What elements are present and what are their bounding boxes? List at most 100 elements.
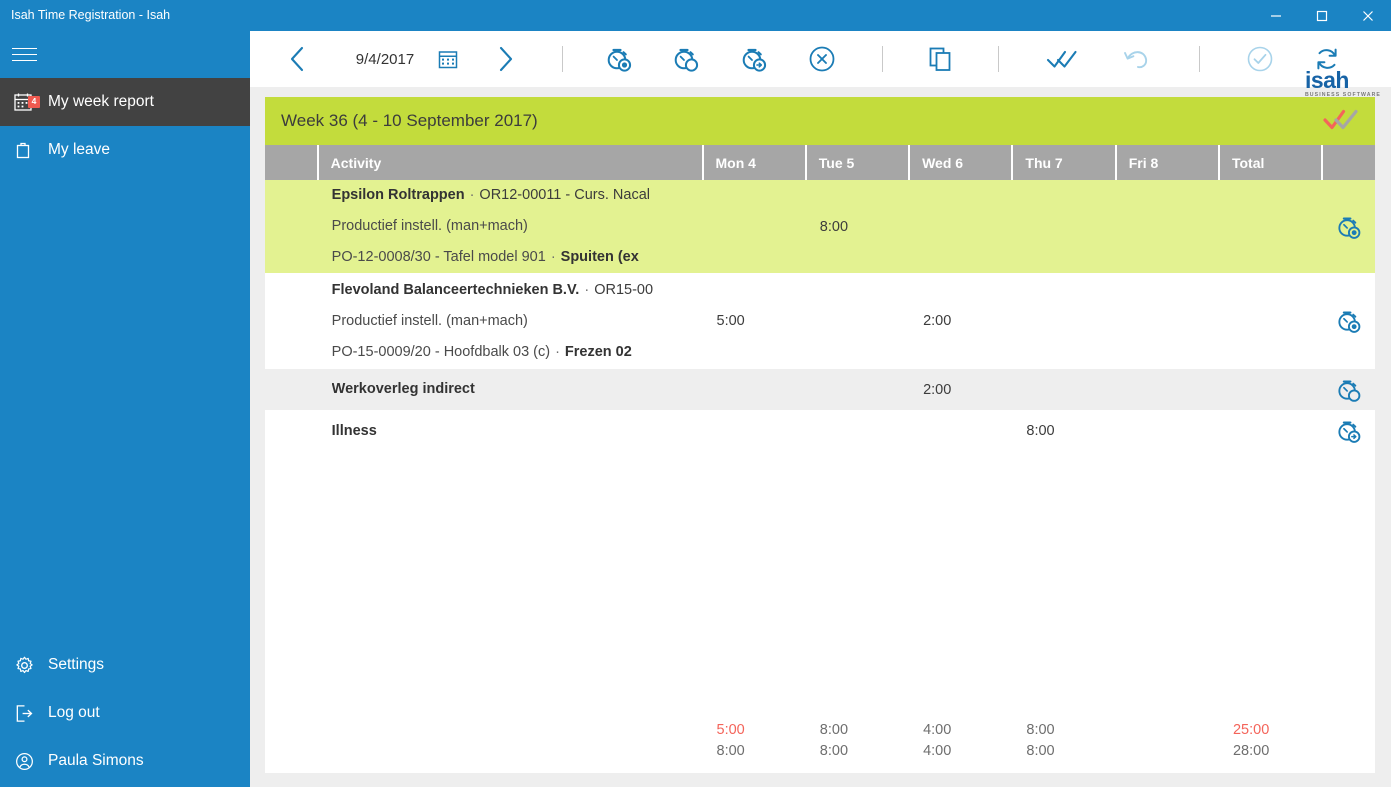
totals-spacer — [265, 719, 318, 740]
totals-table: 5:00 8:00 4:00 8:00 25:00 8:00 8:00 4:00… — [265, 719, 1375, 761]
hamburger-icon — [12, 47, 37, 62]
row-action-button[interactable] — [1322, 273, 1375, 369]
hours-fri[interactable] — [1115, 273, 1219, 369]
hours-tue[interactable] — [805, 369, 910, 410]
hours-tue[interactable] — [805, 410, 910, 452]
activity-type: Productief instell. (man+mach) — [331, 218, 528, 234]
maximize-button[interactable] — [1299, 0, 1345, 31]
activity-customer: Flevoland Balanceertechnieken B.V. — [331, 281, 580, 298]
previous-week-button[interactable] — [250, 44, 346, 74]
hours-mon[interactable] — [702, 180, 806, 273]
expected-mon: 8:00 — [716, 742, 745, 759]
week-approved-icon[interactable] — [1323, 107, 1359, 133]
table-row[interactable]: Epsilon Roltrappen · OR12-00011 - Curs. Na… — [265, 180, 1375, 273]
column-header-tue: Tue 5 — [805, 145, 911, 180]
hours-wed[interactable] — [909, 410, 1013, 452]
row-activity: Flevoland Balanceertechnieken B.V. · OR15-… — [317, 273, 703, 369]
gear-icon — [0, 655, 48, 676]
column-header-mon: Mon 4 — [702, 145, 807, 180]
hours-thu[interactable]: 8:00 — [1012, 410, 1116, 452]
approve-all-button[interactable] — [1024, 47, 1102, 71]
activity-order: OR12-00011 - Curs. Nacal — [479, 187, 651, 203]
hours-tue[interactable]: 8:00 — [805, 180, 910, 273]
row-action-button[interactable] — [1322, 369, 1375, 410]
hours-wed[interactable] — [909, 180, 1013, 273]
expected-tue: 8:00 — [819, 742, 849, 759]
current-date[interactable]: 9/4/2017 — [346, 51, 424, 68]
menu-toggle-button[interactable] — [0, 31, 250, 78]
timesheet-table: Activity Mon 4 Tue 5 Wed 6 Thu 7 Fri 8 T… — [265, 145, 1375, 452]
sidebar-item-label: My week report — [48, 93, 154, 110]
sidebar-item-my-week-report[interactable]: 4 My week report — [0, 78, 250, 126]
expected-fri — [1116, 740, 1219, 761]
expected-wed: 4:00 — [923, 742, 952, 759]
hours-mon[interactable] — [702, 369, 806, 410]
submit-button[interactable] — [1226, 45, 1294, 73]
hours-fri[interactable] — [1115, 180, 1219, 273]
total-wed: 4:00 — [923, 721, 952, 738]
next-week-button[interactable] — [472, 44, 538, 74]
table-row[interactable]: Werkoverleg indirect 2:00 — [265, 369, 1375, 410]
transfer-timer-button[interactable] — [720, 43, 788, 75]
total-thu: 8:00 — [1026, 721, 1055, 738]
hours-fri[interactable] — [1115, 410, 1219, 452]
stopwatch-icon — [1322, 375, 1375, 405]
hours-thu[interactable] — [1012, 180, 1116, 273]
expected-week: 28:00 — [1232, 742, 1270, 759]
total-tue: 8:00 — [819, 721, 849, 738]
sidebar-item-label: My leave — [48, 141, 111, 158]
sidebar-item-my-leave[interactable]: My leave — [0, 126, 250, 174]
table-row[interactable]: Illness 8:00 — [265, 410, 1375, 452]
hours-mon[interactable] — [702, 410, 806, 452]
sidebar-bottom-nav: Settings Log out Paula Simons — [0, 641, 250, 785]
sidebar-item-log-out[interactable]: Log out — [0, 689, 250, 737]
stop-timer-button[interactable] — [652, 43, 720, 75]
hours-tue[interactable] — [805, 273, 910, 369]
hours-total — [1218, 273, 1323, 369]
hours-wed[interactable]: 2:00 — [909, 273, 1013, 369]
stopwatch-transfer-icon — [738, 43, 770, 75]
date-picker-button[interactable] — [424, 49, 472, 69]
hours-wed[interactable]: 2:00 — [909, 369, 1013, 410]
copy-icon — [926, 45, 954, 73]
cancel-button[interactable] — [788, 45, 856, 73]
total-fri — [1116, 719, 1219, 740]
title-bar: Isah Time Registration - Isah — [0, 0, 1391, 31]
separator-dot: · — [469, 187, 475, 203]
separator-dot: · — [584, 281, 590, 298]
row-action-button[interactable] — [1322, 410, 1375, 452]
hours-thu[interactable] — [1012, 369, 1116, 410]
minimize-button[interactable] — [1253, 0, 1299, 31]
week-title: Week 36 (4 - 10 September 2017) — [281, 111, 538, 130]
sidebar: 4 My week report My leave Settings Log o… — [0, 31, 250, 787]
toolbar: 9/4/2017 isah BUSINESS SOFTWARE — [250, 31, 1391, 98]
activity-order: OR15-00 — [594, 281, 654, 298]
column-header-total: Total — [1218, 145, 1324, 180]
hours-total — [1218, 180, 1323, 273]
column-header-thu: Thu 7 — [1012, 145, 1117, 180]
date-value: 9/4/2017 — [355, 50, 415, 68]
hours-fri[interactable] — [1115, 369, 1219, 410]
activity-customer: Illness — [331, 423, 377, 439]
undo-button[interactable] — [1102, 46, 1172, 72]
sidebar-item-settings[interactable]: Settings — [0, 641, 250, 689]
row-action-button[interactable] — [1322, 180, 1375, 273]
table-row[interactable]: Flevoland Balanceertechnieken B.V. · OR15-… — [265, 273, 1375, 369]
chevron-left-icon — [285, 44, 311, 74]
totals-footer: 5:00 8:00 4:00 8:00 25:00 8:00 8:00 4:00… — [265, 719, 1375, 761]
cancel-circle-icon — [808, 45, 836, 73]
hours-thu[interactable] — [1012, 273, 1116, 369]
row-activity: Werkoverleg indirect — [317, 369, 703, 410]
row-activity: Illness — [317, 410, 703, 452]
app-window: Isah Time Registration - Isah 4 My week … — [0, 0, 1391, 787]
close-button[interactable] — [1345, 0, 1391, 31]
sidebar-item-label: Paula Simons — [48, 752, 144, 769]
start-timer-button[interactable] — [586, 43, 652, 75]
activity-po: PO-12-0008/30 - Tafel model 901 — [331, 249, 546, 265]
toolbar-separator — [856, 46, 908, 72]
window-title: Isah Time Registration - Isah — [11, 8, 171, 22]
copy-week-button[interactable] — [908, 45, 972, 73]
column-header-fri: Fri 8 — [1115, 145, 1220, 180]
hours-mon[interactable]: 5:00 — [702, 273, 806, 369]
sidebar-item-user-profile[interactable]: Paula Simons — [0, 737, 250, 785]
